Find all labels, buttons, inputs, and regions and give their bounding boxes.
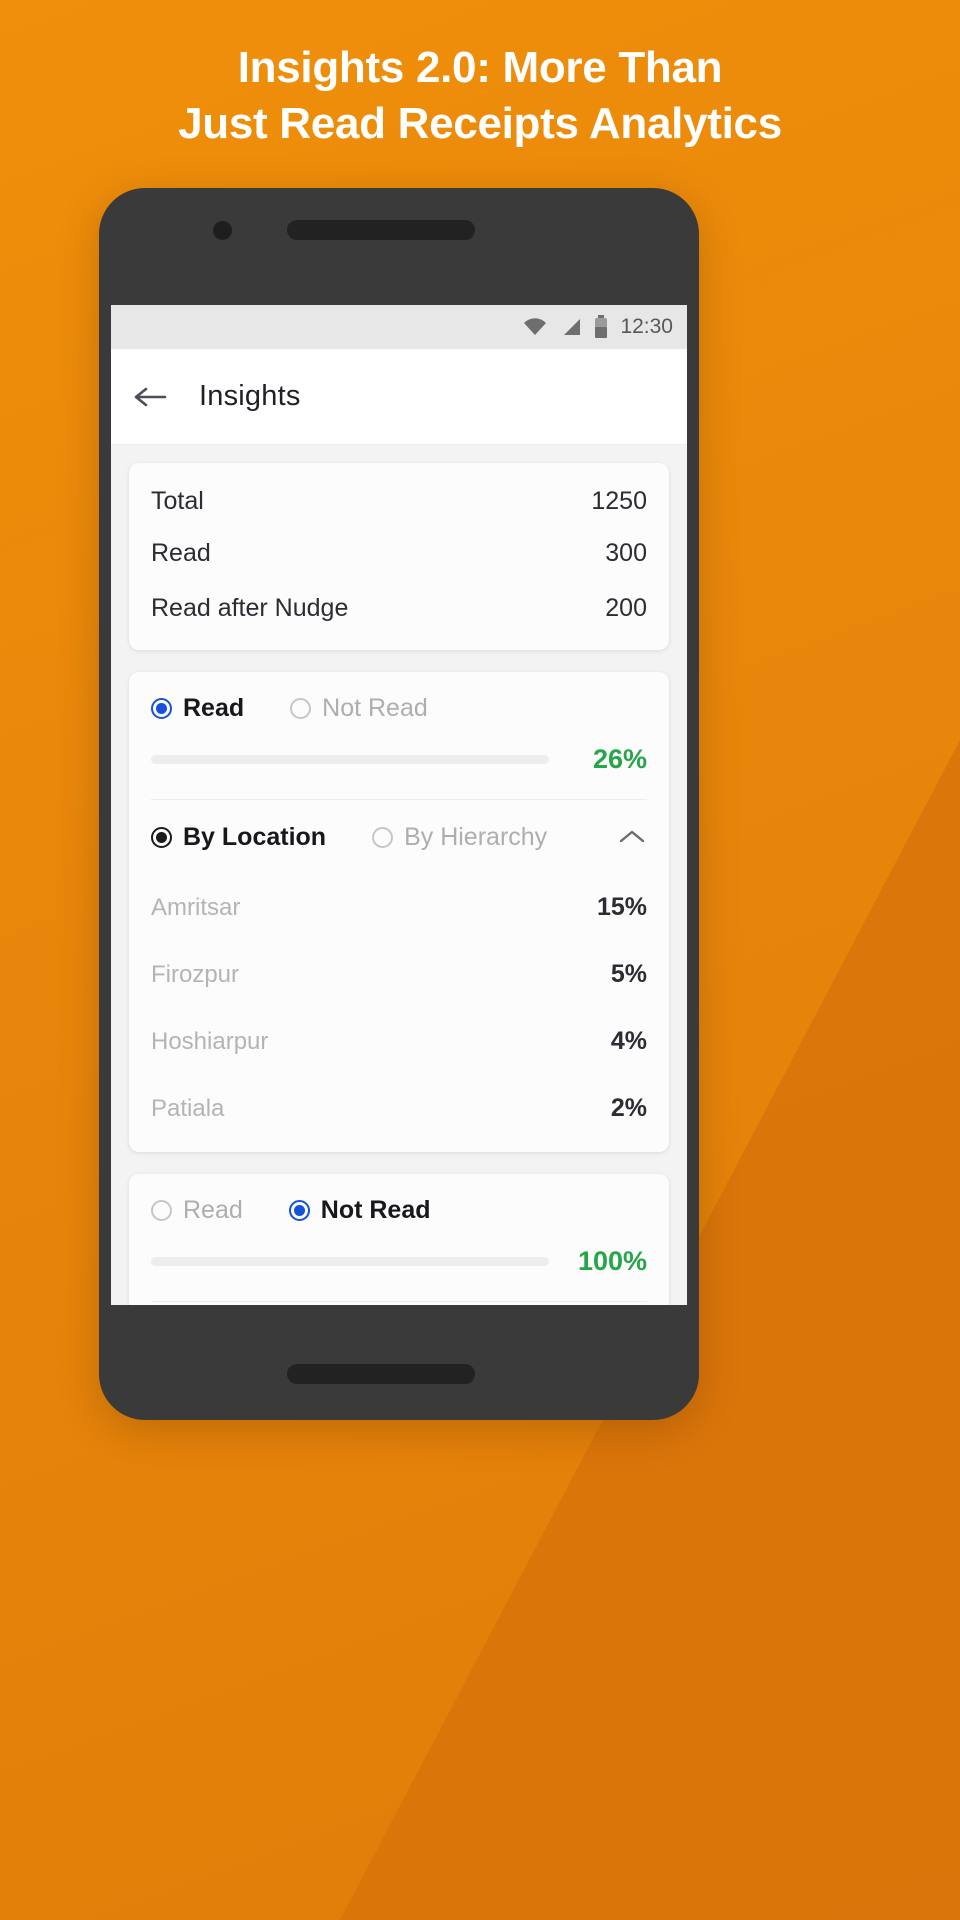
summary-label: Read (151, 539, 211, 567)
read-card: Read Not Read 26% By Location By Hierarc… (129, 672, 669, 1152)
phone-screen: 12:30 Insights Total 1250 Read 300 Read … (111, 305, 687, 1305)
page-title: Insights (199, 380, 301, 412)
progress-track (151, 1257, 549, 1266)
list-item[interactable]: Amritsar 15% (151, 874, 647, 941)
radio-option-by-hierarchy[interactable]: By Hierarchy (372, 823, 547, 852)
status-bar-clock: 12:30 (620, 315, 673, 338)
phone-top-bezel (99, 188, 699, 303)
summary-value: 200 (605, 594, 647, 622)
chevron-up-icon[interactable] (617, 827, 647, 847)
battery-icon (594, 315, 608, 339)
list-item[interactable]: Hoshiarpur 4% (151, 1008, 647, 1075)
summary-row-read: Read 300 (151, 526, 647, 581)
front-camera-icon (213, 221, 232, 240)
radio-unselected-icon (372, 826, 394, 848)
radio-label-read: Read (183, 1195, 243, 1224)
breakdown-name: Firozpur (151, 960, 240, 988)
radio-label-not-read: Not Read (322, 693, 428, 722)
read-status-toggle: Read Not Read (151, 672, 647, 744)
breakdown-name: Patiala (151, 1094, 225, 1122)
not-read-grouping-toggle: By Location By Hierarchy (151, 1302, 647, 1305)
radio-label-by-hierarchy: By Hierarchy (404, 822, 548, 851)
progress-track (151, 755, 549, 764)
radio-unselected-icon (290, 697, 312, 719)
breakdown-name: Hoshiarpur (151, 1027, 269, 1055)
read-progress-percent: 26% (592, 744, 647, 774)
radio-label-by-location: By Location (183, 822, 327, 851)
back-arrow-icon[interactable] (133, 384, 167, 410)
list-item[interactable]: Firozpur 5% (151, 941, 647, 1008)
not-read-progress-percent: 100% (577, 1246, 647, 1276)
radio-selected-icon (151, 697, 172, 719)
summary-row-read-after-nudge: Read after Nudge 200 (151, 581, 647, 636)
breakdown-percent: 15% (596, 893, 647, 921)
radio-selected-icon (288, 1199, 310, 1221)
breakdown-percent: 5% (610, 960, 647, 988)
radio-label-not-read: Not Read (320, 1195, 431, 1224)
app-bar: Insights (111, 349, 687, 445)
wifi-icon (522, 317, 548, 337)
read-progress: 26% (151, 744, 647, 799)
not-read-status-toggle: Read Not Read (151, 1174, 647, 1246)
summary-row-total: Total 1250 (151, 471, 647, 526)
summary-value: 300 (605, 539, 647, 567)
radio-label-read: Read (183, 693, 245, 722)
summary-label: Total (151, 487, 204, 515)
insights-content: Total 1250 Read 300 Read after Nudge 200 (111, 445, 687, 1305)
breakdown-percent: 2% (610, 1094, 647, 1122)
summary-card: Total 1250 Read 300 Read after Nudge 200 (129, 463, 669, 650)
not-read-progress: 100% (151, 1246, 647, 1301)
status-bar: 12:30 (111, 305, 687, 349)
not-read-card: Read Not Read 100% (129, 1174, 669, 1305)
phone-device-frame: 12:30 Insights Total 1250 Read 300 Read … (99, 188, 699, 1420)
breakdown-percent: 4% (610, 1027, 647, 1055)
summary-value: 1250 (591, 487, 647, 515)
radio-option-read[interactable]: Read (151, 694, 244, 723)
headline-line-2: Just Read Receipts Analytics (178, 99, 782, 149)
read-grouping-toggle: By Location By Hierarchy (151, 800, 647, 874)
radio-selected-icon (151, 826, 172, 848)
read-breakdown-list: Amritsar 15% Firozpur 5% Hoshiarpur 4% P… (151, 874, 647, 1152)
promo-headline: Insights 2.0: More Than Just Read Receip… (0, 40, 960, 153)
list-item[interactable]: Patiala 2% (151, 1075, 647, 1142)
breakdown-name: Amritsar (151, 893, 241, 921)
summary-label: Read after Nudge (151, 594, 349, 622)
home-button[interactable] (287, 1364, 475, 1384)
headline-line-1: Insights 2.0: More Than (237, 43, 723, 92)
radio-unselected-icon (151, 1199, 172, 1221)
radio-option-not-read[interactable]: Not Read (288, 1195, 431, 1225)
cellular-signal-icon (560, 317, 582, 337)
earpiece-speaker (287, 220, 475, 240)
radio-option-by-location[interactable]: By Location (151, 823, 326, 852)
radio-option-read[interactable]: Read (151, 1196, 243, 1225)
radio-option-not-read[interactable]: Not Read (290, 694, 428, 723)
